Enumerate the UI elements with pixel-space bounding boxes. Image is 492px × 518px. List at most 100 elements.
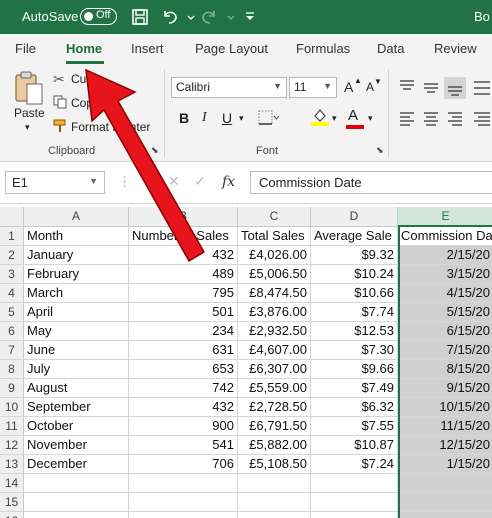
tab-review[interactable]: Review: [434, 41, 477, 56]
grow-font-button[interactable]: A: [344, 79, 353, 95]
clipboard-launcher-icon[interactable]: ⬊: [151, 145, 159, 156]
table-cell[interactable]: $10.87: [311, 436, 398, 455]
column-header-a[interactable]: A: [24, 207, 129, 227]
table-cell[interactable]: [398, 493, 492, 512]
table-cell[interactable]: 653: [129, 360, 238, 379]
table-cell[interactable]: [311, 474, 398, 493]
table-cell[interactable]: 9/15/20: [398, 379, 492, 398]
tab-data[interactable]: Data: [377, 41, 404, 56]
undo-dropdown-icon[interactable]: [180, 6, 195, 28]
table-cell[interactable]: [129, 512, 238, 518]
header-cell[interactable]: Commission Da: [398, 227, 492, 246]
shrink-font-button[interactable]: A: [366, 80, 374, 94]
table-cell[interactable]: $7.30: [311, 341, 398, 360]
formula-input[interactable]: Commission Date: [250, 171, 492, 194]
bold-button[interactable]: B: [179, 110, 189, 126]
table-cell[interactable]: 489: [129, 265, 238, 284]
table-cell[interactable]: 501: [129, 303, 238, 322]
row-header[interactable]: 9: [0, 379, 24, 398]
table-cell[interactable]: May: [24, 322, 129, 341]
paste-button[interactable]: Paste: [14, 106, 45, 120]
row-header[interactable]: 3: [0, 265, 24, 284]
column-header-c[interactable]: C: [238, 207, 311, 227]
font-name-dropdown[interactable]: Calibri ▼: [171, 77, 287, 98]
row-header[interactable]: 6: [0, 322, 24, 341]
row-header[interactable]: 2: [0, 246, 24, 265]
table-cell[interactable]: [24, 474, 129, 493]
table-cell[interactable]: 432: [129, 398, 238, 417]
table-cell[interactable]: $9.66: [311, 360, 398, 379]
table-cell[interactable]: 6/15/20: [398, 322, 492, 341]
table-cell[interactable]: [24, 512, 129, 518]
undo-icon[interactable]: [159, 6, 181, 28]
table-cell[interactable]: £2,932.50: [238, 322, 311, 341]
row-header[interactable]: 16: [0, 512, 24, 518]
paste-dropdown-icon[interactable]: ▾: [25, 122, 30, 133]
table-cell[interactable]: £4,607.00: [238, 341, 311, 360]
row-header[interactable]: 7: [0, 341, 24, 360]
table-cell[interactable]: 742: [129, 379, 238, 398]
table-cell[interactable]: £6,791.50: [238, 417, 311, 436]
table-cell[interactable]: £6,307.00: [238, 360, 311, 379]
table-cell[interactable]: £8,474.50: [238, 284, 311, 303]
table-cell[interactable]: 541: [129, 436, 238, 455]
tab-home[interactable]: Home: [66, 41, 102, 56]
table-cell[interactable]: [24, 493, 129, 512]
row-header[interactable]: 4: [0, 284, 24, 303]
table-cell[interactable]: $12.53: [311, 322, 398, 341]
format-painter-button[interactable]: Format Painter: [71, 120, 150, 134]
table-cell[interactable]: October: [24, 417, 129, 436]
paste-icon[interactable]: [12, 71, 46, 107]
table-cell[interactable]: £5,006.50: [238, 265, 311, 284]
table-cell[interactable]: April: [24, 303, 129, 322]
row-header[interactable]: 1: [0, 227, 24, 246]
row-header[interactable]: 15: [0, 493, 24, 512]
italic-button[interactable]: I: [202, 110, 207, 126]
borders-icon[interactable]: [258, 110, 280, 126]
font-color-dropdown-icon[interactable]: ▾: [368, 113, 373, 124]
table-cell[interactable]: 3/15/20: [398, 265, 492, 284]
column-header-e[interactable]: E: [398, 207, 492, 227]
table-cell[interactable]: [238, 512, 311, 518]
table-cell[interactable]: September: [24, 398, 129, 417]
table-cell[interactable]: $7.49: [311, 379, 398, 398]
redo-dropdown-icon[interactable]: [220, 6, 235, 28]
table-cell[interactable]: 10/15/20: [398, 398, 492, 417]
table-cell[interactable]: £3,876.00: [238, 303, 311, 322]
table-cell[interactable]: [129, 474, 238, 493]
table-cell[interactable]: $6.32: [311, 398, 398, 417]
table-cell[interactable]: £5,108.50: [238, 455, 311, 474]
font-color-button[interactable]: A: [348, 107, 358, 124]
header-cell[interactable]: Number of Sales: [129, 227, 238, 246]
save-icon[interactable]: [129, 6, 151, 28]
table-cell[interactable]: $7.55: [311, 417, 398, 436]
table-cell[interactable]: $10.24: [311, 265, 398, 284]
insert-function-button[interactable]: fx: [222, 174, 235, 190]
table-cell[interactable]: $9.32: [311, 246, 398, 265]
row-header[interactable]: 11: [0, 417, 24, 436]
row-header[interactable]: 10: [0, 398, 24, 417]
tab-page-layout[interactable]: Page Layout: [195, 41, 268, 56]
table-cell[interactable]: March: [24, 284, 129, 303]
cut-icon[interactable]: ✂: [53, 71, 65, 88]
table-cell[interactable]: 1/15/20: [398, 455, 492, 474]
table-cell[interactable]: [238, 474, 311, 493]
table-cell[interactable]: 795: [129, 284, 238, 303]
table-cell[interactable]: 4/15/20: [398, 284, 492, 303]
row-header[interactable]: 8: [0, 360, 24, 379]
table-cell[interactable]: 11/15/20: [398, 417, 492, 436]
table-cell[interactable]: 631: [129, 341, 238, 360]
header-cell[interactable]: Total Sales: [238, 227, 311, 246]
format-painter-icon[interactable]: [53, 119, 67, 133]
row-header[interactable]: 12: [0, 436, 24, 455]
cut-button[interactable]: Cut: [71, 72, 90, 86]
column-header-d[interactable]: D: [311, 207, 398, 227]
copy-icon[interactable]: [53, 95, 67, 109]
table-cell[interactable]: $7.74: [311, 303, 398, 322]
column-header-b[interactable]: B: [129, 207, 238, 227]
table-cell[interactable]: July: [24, 360, 129, 379]
select-all-button[interactable]: [0, 207, 24, 227]
table-cell[interactable]: 7/15/20: [398, 341, 492, 360]
fill-color-dropdown-icon[interactable]: ▾: [332, 113, 337, 124]
font-size-dropdown[interactable]: 11 ▼: [289, 77, 337, 98]
